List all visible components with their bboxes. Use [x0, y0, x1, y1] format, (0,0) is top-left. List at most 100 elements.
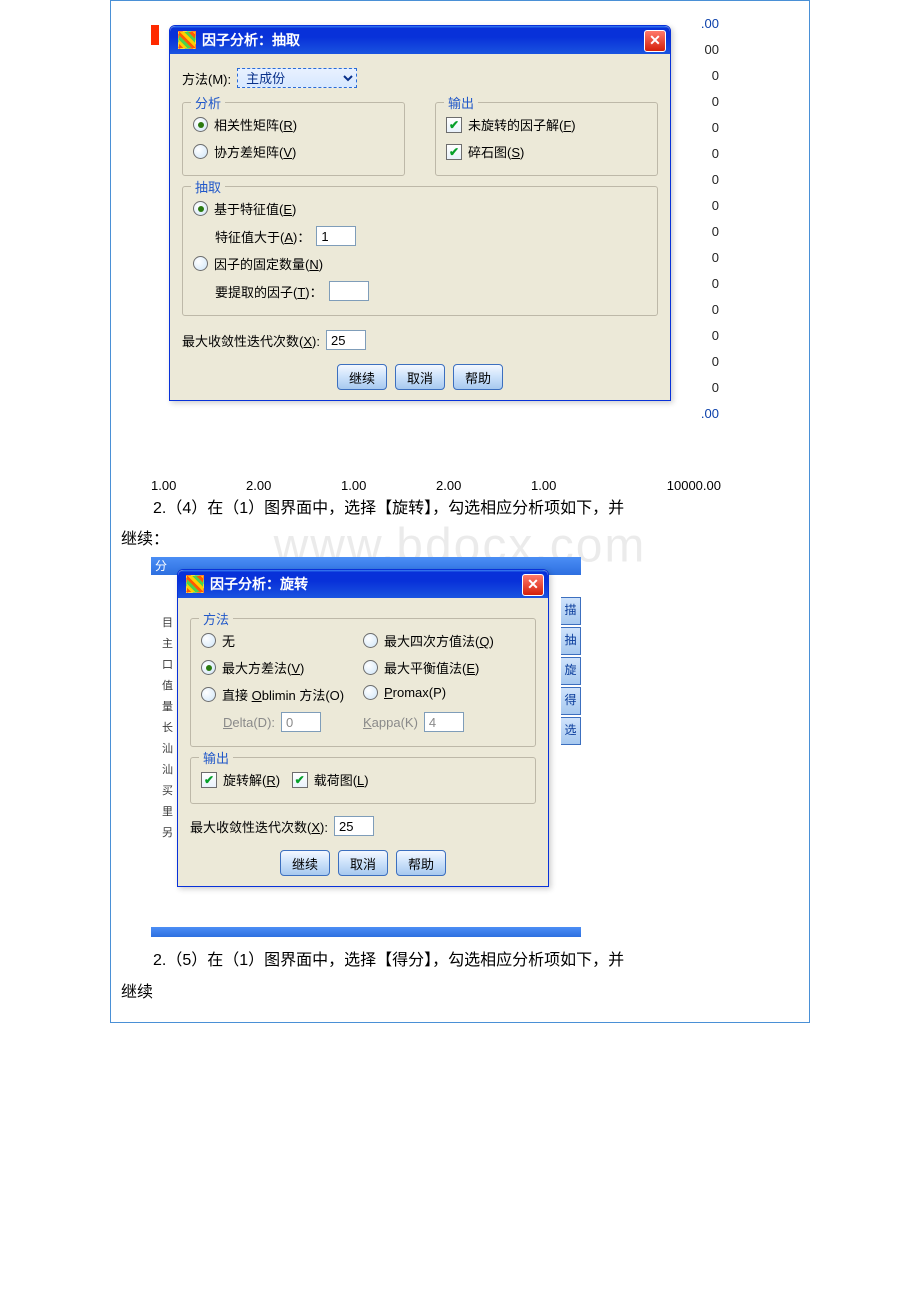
- vtab-extract[interactable]: 抽: [561, 627, 581, 655]
- bg-num: 00: [681, 37, 721, 63]
- app-icon: [178, 31, 196, 49]
- dialog-titlebar[interactable]: 因子分析：抽取 ✕: [170, 26, 670, 54]
- maxiter-input[interactable]: [326, 330, 366, 350]
- radio-label: 相关性矩阵(R): [214, 115, 297, 134]
- eigen-gt-label: 特征值大于(A)：: [215, 227, 310, 246]
- paragraph-2-line1: 2.（5）在（1）图界面中，选择【得分】，勾选相应分析项如下，并: [111, 943, 809, 978]
- dialog-title: 因子分析：抽取: [202, 30, 300, 50]
- eigen-gt-input[interactable]: [316, 226, 356, 246]
- right-vertical-tabs: 描 抽 旋 得 选: [561, 597, 581, 747]
- fixed-label: 要提取的因子(T)：: [215, 282, 323, 301]
- radio-label: 最大平衡值法(E): [384, 658, 479, 677]
- left-label: 买: [151, 781, 173, 802]
- bg-num: 0: [681, 141, 721, 167]
- paragraph-block-1: www.bdocx.com 2.（4）在（1）图界面中，选择【旋转】，勾选相应分…: [111, 491, 809, 557]
- radio-oblimin[interactable]: 直接 Oblimin 方法(O): [201, 685, 344, 704]
- analysis-group: 分析 相关性矩阵(R) 协方差矩阵(V): [182, 102, 405, 176]
- maxiter-row: 最大收敛性迭代次数(X):: [182, 330, 658, 350]
- check-unrotated[interactable]: ✔ 未旋转的因子解(F): [446, 115, 576, 134]
- continue-button[interactable]: 继续: [337, 364, 387, 390]
- left-label: 里: [151, 802, 173, 823]
- close-icon[interactable]: ✕: [522, 574, 544, 596]
- group-legend: 输出: [444, 93, 478, 112]
- screenshot-extract-dialog: .00 00 0 0 0 0 0 0 0 0 0 0 0 0 0 .00 因子分…: [151, 11, 721, 491]
- method-row: 方法(M): 主成份: [182, 68, 658, 88]
- vtab-options[interactable]: 选: [561, 717, 581, 745]
- paragraph-2-line2: 继续: [111, 979, 809, 1022]
- method-label: 方法(M):: [182, 69, 231, 88]
- dialog-body: 方法(M): 主成份 分析 相关性矩阵(R): [170, 54, 670, 400]
- fixed-n-input[interactable]: [329, 281, 369, 301]
- dialog-titlebar[interactable]: 因子分析：旋转 ✕: [178, 570, 548, 598]
- cancel-button[interactable]: 取消: [338, 850, 388, 876]
- kappa-input: [424, 712, 464, 732]
- extract-dialog: 因子分析：抽取 ✕ 方法(M): 主成份 分析: [169, 25, 671, 401]
- bg-num: 0: [681, 349, 721, 375]
- output-group: 输出 ✔ 旋转解(R) ✔ 载荷图(L): [190, 757, 536, 804]
- maxiter-label: 最大收敛性迭代次数(X):: [190, 817, 328, 836]
- radio-none[interactable]: 无: [201, 631, 235, 650]
- check-loading-plot[interactable]: ✔ 载荷图(L): [292, 770, 369, 789]
- bg-num: 0: [681, 193, 721, 219]
- check-scree[interactable]: ✔ 碎石图(S): [446, 142, 524, 161]
- maxiter-row: 最大收敛性迭代次数(X):: [190, 816, 536, 836]
- radio-fixed[interactable]: 因子的固定数量(N): [193, 254, 323, 273]
- bg-num: 0: [681, 115, 721, 141]
- button-row: 继续 取消 帮助: [190, 850, 536, 876]
- output-group: 输出 ✔ 未旋转的因子解(F) ✔ 碎石图(S): [435, 102, 658, 176]
- method-select[interactable]: 主成份: [237, 68, 357, 88]
- vtab-describe[interactable]: 描: [561, 597, 581, 625]
- continue-button[interactable]: 继续: [280, 850, 330, 876]
- extract-group: 抽取 基于特征值(E) 特征值大于(A)： 因子的固定数量(N) 要提取: [182, 186, 658, 316]
- group-legend: 方法: [199, 609, 233, 628]
- bg-num: 0: [681, 375, 721, 401]
- fixed-n-row: 要提取的因子(T)：: [215, 281, 647, 301]
- check-label: 旋转解(R): [223, 770, 280, 789]
- background-data-column: .00 00 0 0 0 0 0 0 0 0 0 0 0 0 0 .00: [681, 11, 721, 427]
- radio-varimax[interactable]: 最大方差法(V): [201, 658, 304, 677]
- document-page: .00 00 0 0 0 0 0 0 0 0 0 0 0 0 0 .00 因子分…: [110, 0, 810, 1023]
- radio-promax[interactable]: Promax(P): [363, 685, 446, 700]
- maxiter-input[interactable]: [334, 816, 374, 836]
- radio-label: 无: [222, 631, 235, 650]
- dialog-body: 方法 无 最大四次方值法(Q): [178, 598, 548, 886]
- radio-equamax[interactable]: 最大平衡值法(E): [363, 658, 479, 677]
- radio-label: 直接 Oblimin 方法(O): [222, 685, 344, 704]
- radio-correlation[interactable]: 相关性矩阵(R): [193, 115, 297, 134]
- bg-num: 0: [681, 297, 721, 323]
- strip-top-label: 分: [151, 559, 167, 573]
- left-label: 目: [151, 613, 173, 634]
- bg-num: 0: [681, 323, 721, 349]
- bottom-blue-strip: [151, 927, 581, 937]
- help-button[interactable]: 帮助: [453, 364, 503, 390]
- left-label: 汕: [151, 739, 173, 760]
- radio-quartimax[interactable]: 最大四次方值法(Q): [363, 631, 494, 650]
- delta-label: Delta(D):: [223, 715, 275, 730]
- bg-num: .00: [681, 401, 721, 427]
- cancel-button[interactable]: 取消: [395, 364, 445, 390]
- help-button[interactable]: 帮助: [396, 850, 446, 876]
- radio-label: 协方差矩阵(V): [214, 142, 296, 161]
- close-icon[interactable]: ✕: [644, 30, 666, 52]
- maxiter-label: 最大收敛性迭代次数(X):: [182, 331, 320, 350]
- check-label: 碎石图(S): [468, 142, 524, 161]
- bg-num: 0: [681, 63, 721, 89]
- button-row: 继续 取消 帮助: [182, 364, 658, 390]
- left-label: 口: [151, 655, 173, 676]
- radio-label: Promax(P): [384, 685, 446, 700]
- method-group: 方法 无 最大四次方值法(Q): [190, 618, 536, 747]
- bg-num: 0: [681, 219, 721, 245]
- radio-eigen[interactable]: 基于特征值(E): [193, 199, 296, 218]
- left-label: 另: [151, 823, 173, 844]
- left-label: 主: [151, 634, 173, 655]
- bg-num: 0: [681, 167, 721, 193]
- radio-label: 基于特征值(E): [214, 199, 296, 218]
- vtab-scores[interactable]: 得: [561, 687, 581, 715]
- vtab-rotate[interactable]: 旋: [561, 657, 581, 685]
- left-label: 值: [151, 676, 173, 697]
- check-rotated-solution[interactable]: ✔ 旋转解(R): [201, 770, 280, 789]
- check-label: 未旋转的因子解(F): [468, 115, 576, 134]
- red-marker: [151, 25, 159, 45]
- radio-label: 最大方差法(V): [222, 658, 304, 677]
- radio-covariance[interactable]: 协方差矩阵(V): [193, 142, 296, 161]
